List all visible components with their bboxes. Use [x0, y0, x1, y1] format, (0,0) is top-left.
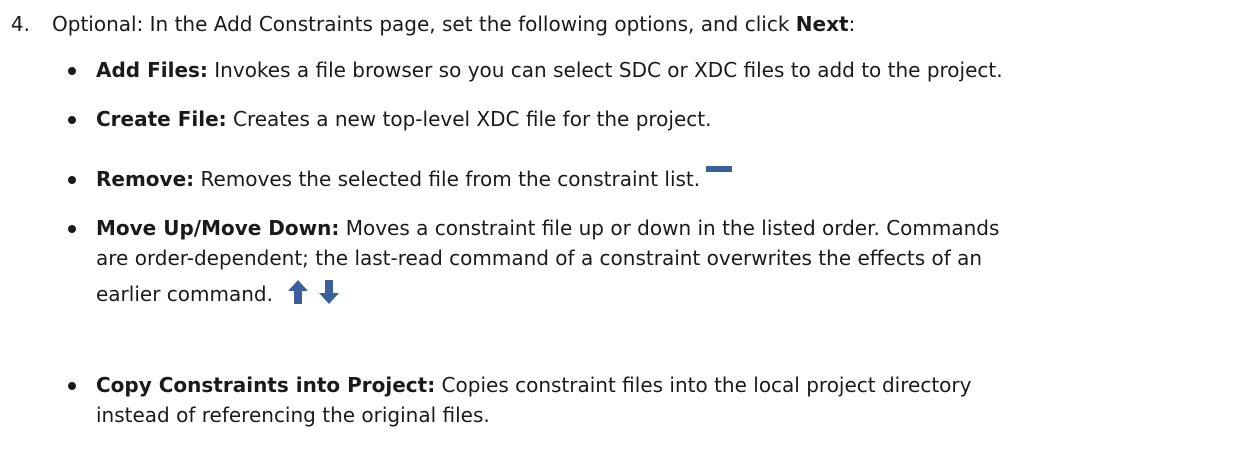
option-desc-move-3: earlier command. — [96, 282, 273, 306]
option-label-copy: Copy Constraints into Project: — [96, 373, 436, 397]
step-colon: : — [848, 12, 856, 36]
step-number: 4. — [10, 12, 30, 36]
option-label-create-file: Create File: — [96, 107, 227, 131]
option-label-move: Move Up/Move Down: — [96, 216, 340, 240]
list-item-create-file: Create File: Creates a new top-level XDC… — [68, 104, 1253, 134]
option-desc-add-files: Invokes a file browser so you can select… — [207, 58, 1003, 82]
remove-bar-icon — [706, 165, 733, 172]
list-item-add-files: Add Files: Invokes a file browser so you… — [68, 55, 1253, 85]
option-desc-copy-2: instead of referencing the original file… — [96, 403, 490, 427]
option-label-add-files: Add Files: — [96, 58, 208, 82]
option-desc-move-2: are order-dependent; the last-read comma… — [96, 246, 983, 270]
list-item-copy-constraints: Copy Constraints into Project: Copies co… — [68, 370, 1253, 430]
option-desc-move-1: Moves a constraint file up or down in th… — [339, 216, 1000, 240]
list-item-move: Move Up/Move Down: Moves a constraint fi… — [68, 213, 1253, 309]
option-desc-copy-1: Copies constraint files into the local p… — [435, 373, 972, 397]
next-keyword: Next — [795, 12, 849, 36]
list-item-remove: Remove: Removes the selected file from t… — [68, 164, 1253, 194]
step-text: Optional: In the Add Constraints page, s… — [52, 12, 796, 36]
arrow-up-icon — [288, 279, 309, 304]
option-desc-remove: Removes the selected file from the const… — [194, 167, 701, 191]
step-heading: 4. Optional: In the Add Constraints page,… — [0, 10, 855, 38]
arrow-down-icon — [318, 279, 339, 304]
option-label-remove: Remove: — [96, 167, 195, 191]
option-desc-create-file: Creates a new top-level XDC file for the… — [226, 107, 712, 131]
